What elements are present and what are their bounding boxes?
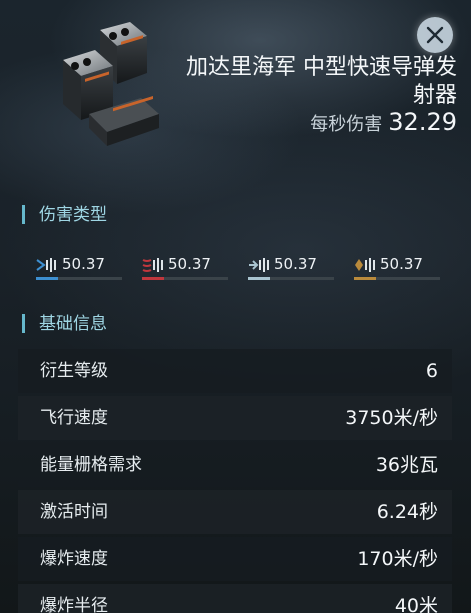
em-damage-icon <box>36 258 56 272</box>
damage-bar-fill <box>36 277 58 280</box>
attribute-list: 衍生等级 6 飞行速度 3750米/秒 能量栅格需求 36兆瓦 激活时间 6.2… <box>18 349 452 613</box>
section-title: 伤害类型 <box>39 205 107 225</box>
section-accent-bar <box>22 314 25 333</box>
damage-bar <box>248 277 334 280</box>
damage-explosive: 50.37 <box>354 255 446 286</box>
attribute-row-powergrid: 能量栅格需求 36兆瓦 <box>18 443 452 487</box>
attribute-label: 飞行速度 <box>40 408 108 428</box>
section-accent-bar <box>22 205 25 224</box>
close-button[interactable] <box>417 17 453 53</box>
damage-bar <box>354 277 440 280</box>
basic-info-section-header: 基础信息 <box>22 310 442 338</box>
damage-em: 50.37 <box>36 255 128 286</box>
attribute-row-explosion-radius: 爆炸半径 40米 <box>18 584 452 613</box>
damage-bar-fill <box>248 277 270 280</box>
attribute-row-activation-time: 激活时间 6.24秒 <box>18 490 452 534</box>
dps-label: 每秒伤害 <box>310 114 383 135</box>
dps-value: 32.29 <box>388 108 457 136</box>
attribute-value: 40米 <box>394 595 438 613</box>
attribute-value: 6.24秒 <box>376 501 438 523</box>
damage-kinetic: 50.37 <box>248 255 340 286</box>
attribute-row-explosion-velocity: 爆炸速度 170米/秒 <box>18 537 452 581</box>
damage-thermal: 50.37 <box>142 255 234 286</box>
attribute-label: 爆炸速度 <box>40 549 108 569</box>
missile-launcher-module-icon <box>63 22 159 146</box>
section-title: 基础信息 <box>39 314 107 334</box>
attribute-value: 6 <box>425 360 438 382</box>
explosive-damage-icon <box>355 258 375 272</box>
item-info-window: 加达里海军 中型快速导弹发射器 每秒伤害 32.29 伤害类型 50.37 50.… <box>0 0 471 613</box>
damage-bar-fill <box>354 277 376 280</box>
attribute-row-meta-level: 衍生等级 6 <box>18 349 452 393</box>
thermal-damage-icon <box>142 258 163 272</box>
item-title: 加达里海军 中型快速导弹发射器 <box>186 55 457 108</box>
damage-value: 50.37 <box>274 255 317 273</box>
attribute-label: 激活时间 <box>40 502 108 522</box>
damage-value: 50.37 <box>62 255 105 273</box>
attribute-label: 衍生等级 <box>40 361 108 381</box>
close-icon <box>426 26 444 44</box>
damage-value: 50.37 <box>380 255 423 273</box>
dps-row: 每秒伤害 32.29 <box>157 108 457 136</box>
attribute-value: 3750米/秒 <box>345 407 438 429</box>
attribute-row-flight-velocity: 飞行速度 3750米/秒 <box>18 396 452 440</box>
attribute-value: 170米/秒 <box>357 548 438 570</box>
attribute-label: 能量栅格需求 <box>40 455 142 475</box>
damage-type-section-header: 伤害类型 <box>22 201 442 229</box>
damage-bar-fill <box>142 277 164 280</box>
kinetic-damage-icon <box>249 258 269 272</box>
attribute-value: 36兆瓦 <box>375 454 438 476</box>
attribute-label: 爆炸半径 <box>40 596 108 613</box>
damage-bar <box>36 277 122 280</box>
damage-value: 50.37 <box>168 255 211 273</box>
damage-bar <box>142 277 228 280</box>
